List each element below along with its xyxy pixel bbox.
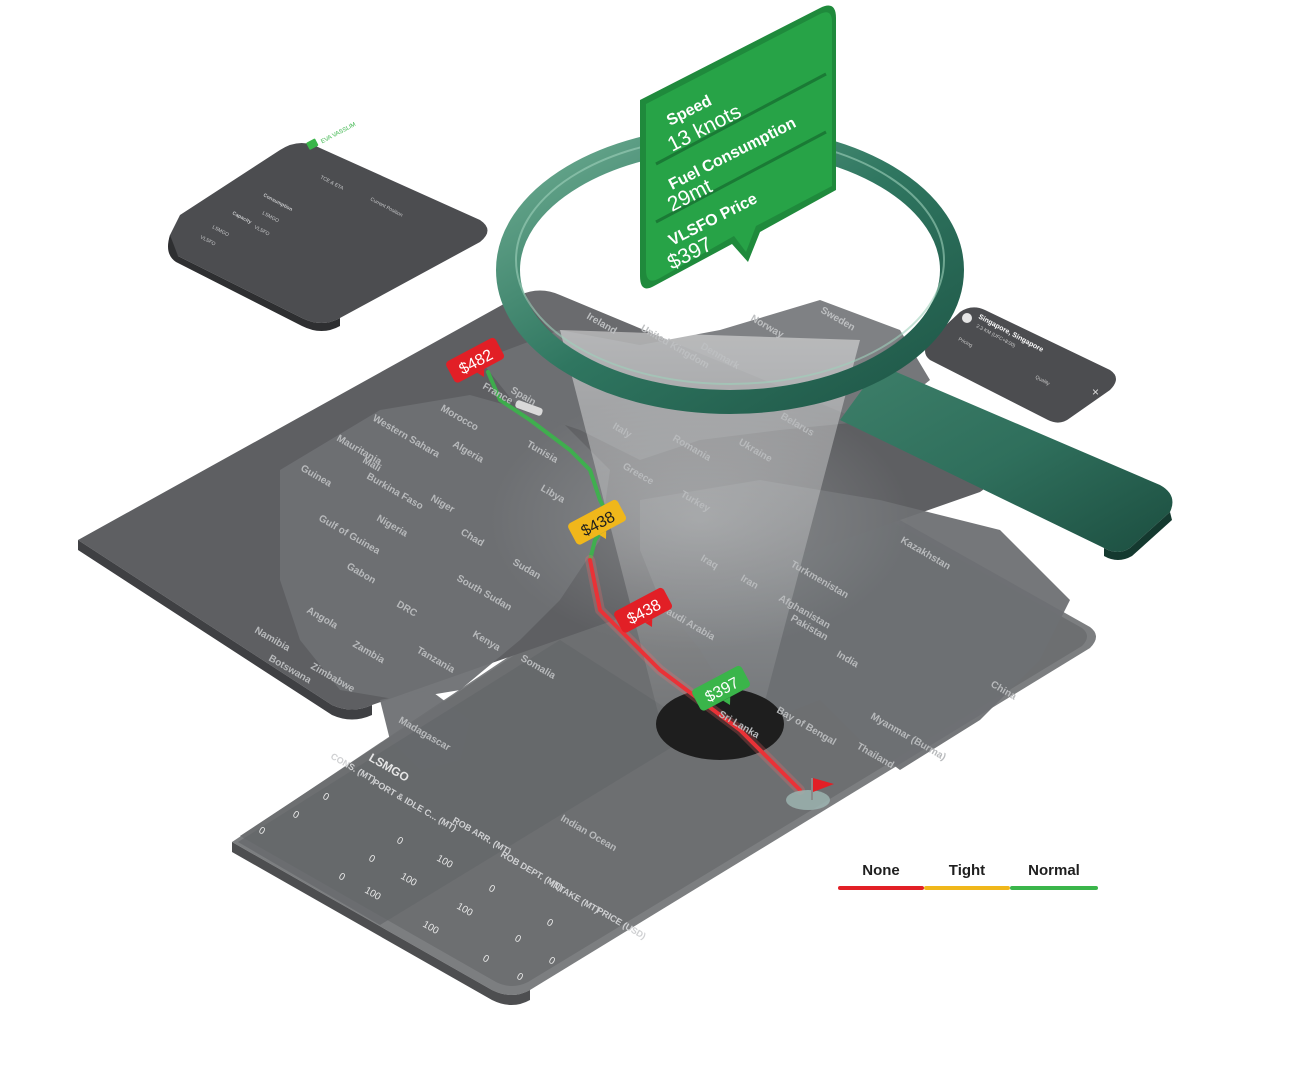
close-icon[interactable]: × (1092, 385, 1099, 399)
congestion-legend: None Tight Normal (838, 860, 1098, 894)
legend-swatch (924, 886, 1010, 890)
legend-swatch (1010, 886, 1098, 890)
legend-item-normal: Normal (1010, 860, 1098, 894)
isometric-scene: Ireland United KingdomDenmarkNorway Sweden… (78, 5, 1173, 1005)
legend-label: Normal (1028, 862, 1080, 879)
legend-label: Tight (948, 862, 986, 879)
legend-swatch (838, 886, 924, 890)
location-pin-icon (962, 313, 972, 323)
vessel-title: EVA VASSLIM (320, 122, 357, 145)
legend-item-tight: Tight (924, 860, 1010, 894)
vessel-card: EVA VASSLIM Consumption TCE & ETA Curren… (168, 122, 488, 331)
legend-item-none: None (838, 860, 924, 894)
legend-label: None (862, 862, 900, 879)
